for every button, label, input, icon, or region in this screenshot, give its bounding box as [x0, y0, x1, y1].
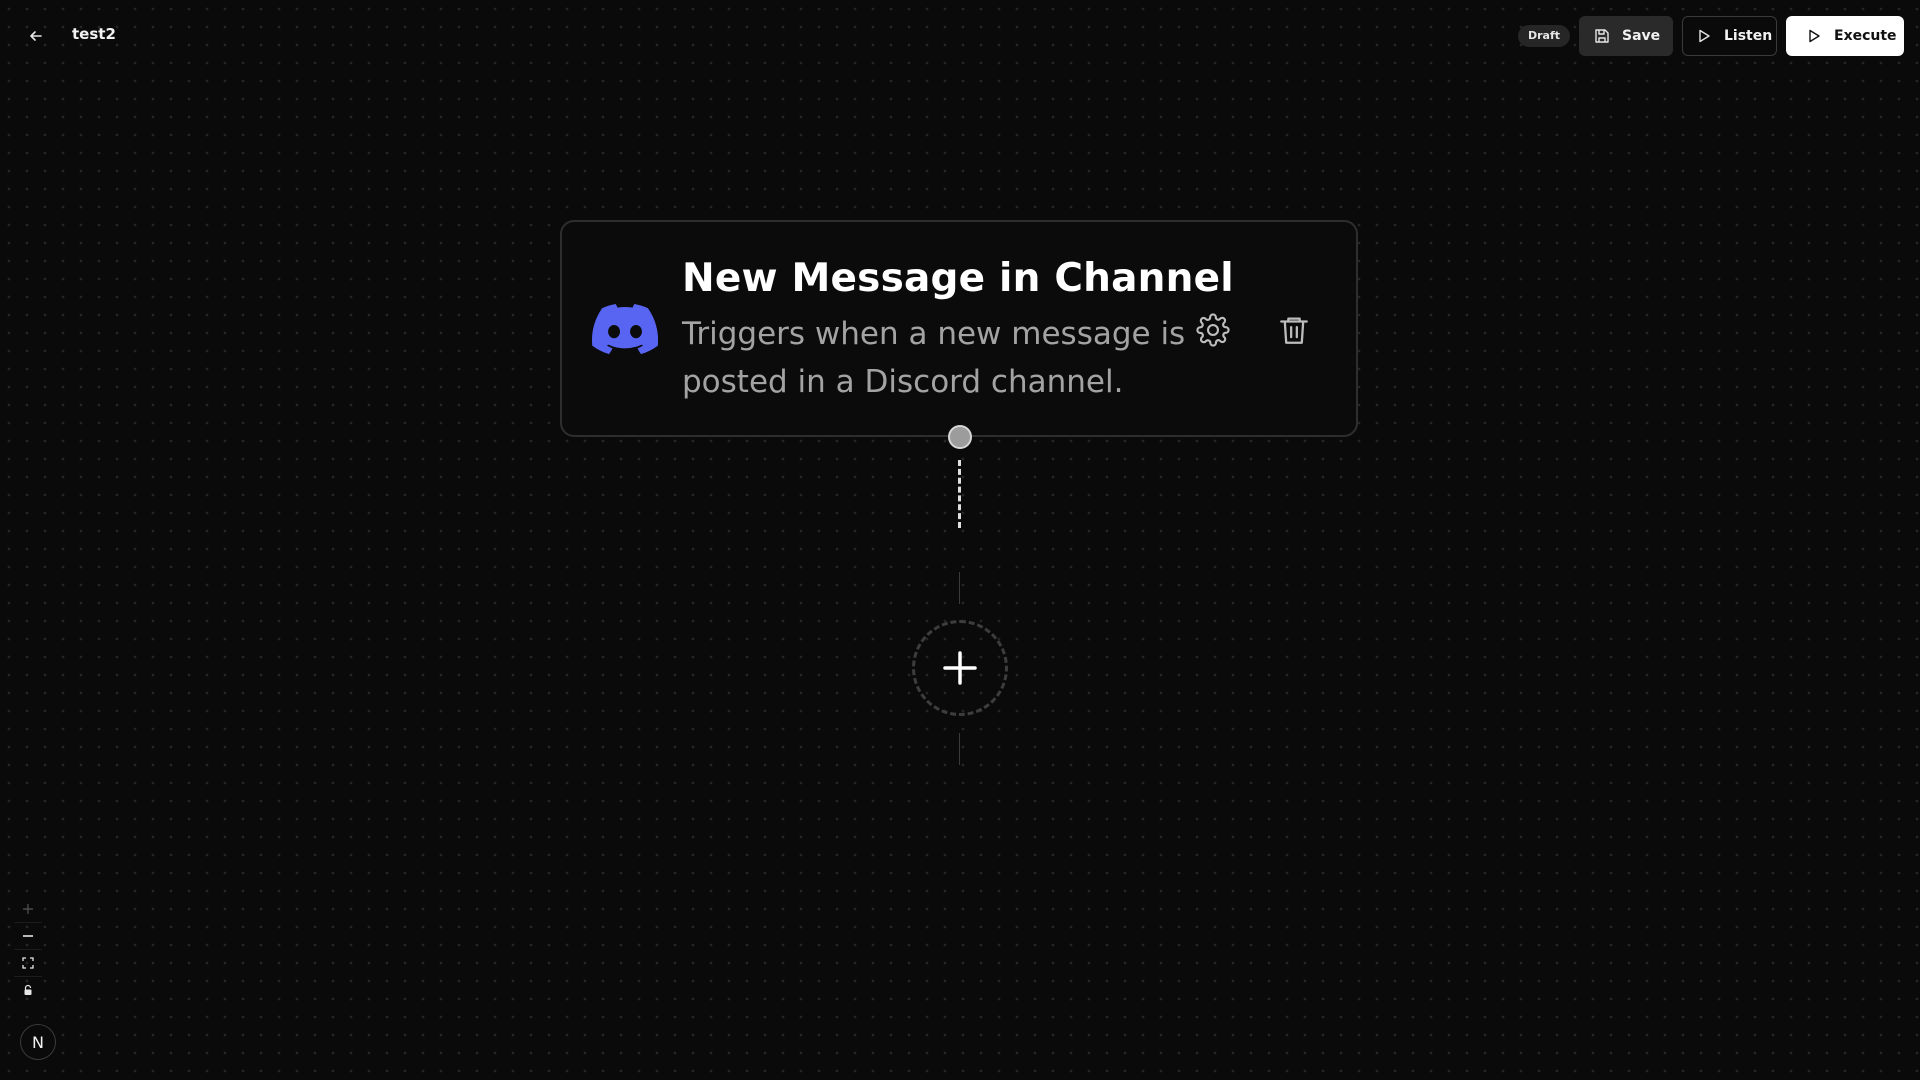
execute-button-label: Execute	[1834, 28, 1897, 44]
node-output-handle[interactable]	[948, 425, 972, 449]
connector-line-bottom	[959, 733, 960, 765]
play-icon	[1809, 29, 1820, 43]
node-title: New Message in Channel	[682, 256, 1234, 301]
save-icon	[1595, 29, 1609, 43]
add-node-button[interactable]	[912, 620, 1008, 716]
play-icon	[1699, 29, 1710, 43]
status-badge: Draft	[1518, 25, 1571, 47]
fit-view-button[interactable]	[14, 950, 42, 977]
fit-view-icon	[22, 957, 34, 969]
save-button-label: Save	[1622, 28, 1661, 44]
lock-icon	[24, 984, 32, 995]
listen-button-label: Listen	[1724, 28, 1773, 44]
gear-icon	[1196, 313, 1230, 347]
connector-line-top	[959, 572, 960, 604]
node-description: Triggers when a new message is posted in…	[682, 316, 1186, 400]
lock-button[interactable]	[14, 977, 42, 1003]
zoom-out-icon	[23, 935, 33, 937]
arrow-left-icon	[30, 31, 42, 41]
save-button[interactable]: Save	[1579, 16, 1673, 56]
node-delete-button[interactable]	[1277, 313, 1311, 347]
zoom-out-button[interactable]	[14, 923, 42, 950]
execute-button[interactable]: Execute	[1786, 16, 1904, 56]
canvas-controls	[14, 896, 42, 1003]
discord-icon	[592, 304, 658, 355]
zoom-in-icon	[23, 904, 33, 914]
back-button[interactable]	[22, 22, 50, 50]
workflow-title[interactable]: test2	[72, 25, 116, 43]
trash-icon	[1280, 317, 1308, 344]
zoom-in-button[interactable]	[14, 896, 42, 923]
workflow-canvas[interactable]	[0, 0, 1920, 1080]
plus-icon	[943, 651, 977, 685]
node-settings-button[interactable]	[1196, 313, 1230, 347]
app-logo[interactable]: N	[20, 1024, 56, 1060]
listen-button[interactable]: Listen	[1682, 16, 1777, 56]
edge-connector	[958, 460, 961, 528]
